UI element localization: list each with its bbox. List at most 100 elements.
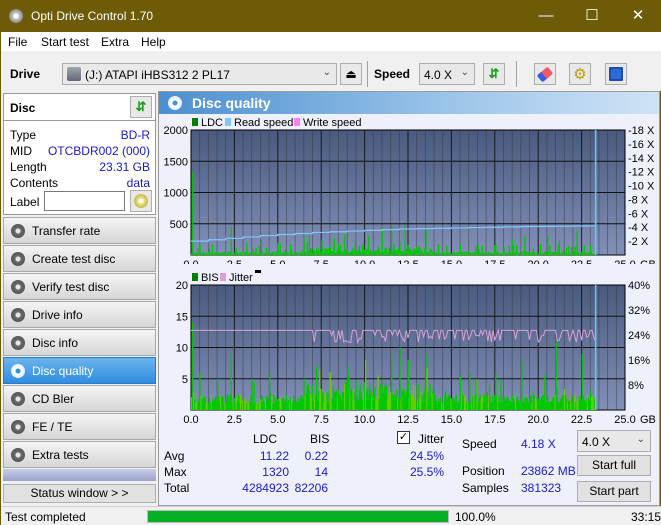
nav-disc-quality[interactable]: Disc quality	[3, 357, 156, 384]
avg-ldc: 11.22	[259, 449, 289, 463]
disc-label-button[interactable]	[130, 190, 152, 212]
nav-extra-tests[interactable]: Extra tests	[3, 441, 156, 468]
disc-length-value: 23.31 GB	[99, 160, 150, 174]
x-tick-label: 17.5	[484, 414, 505, 426]
ldc-bar	[437, 243, 440, 255]
bis-bar	[399, 347, 401, 410]
menu-extra[interactable]: Extra	[101, 35, 129, 49]
x-axis-unit: GB	[640, 259, 656, 264]
nav-transfer-rate[interactable]: Transfer rate	[3, 217, 156, 244]
speed-select[interactable]: 4.0 X ⌄	[419, 63, 475, 85]
status-bar: Test completed 100.0% 33:15	[1, 506, 661, 525]
y2-tick-label: -16 X	[628, 139, 655, 151]
ldc-bar	[547, 235, 549, 255]
menu-file[interactable]: File	[8, 35, 27, 49]
start-part-button[interactable]: Start part	[577, 481, 651, 502]
start-full-button[interactable]: Start full	[577, 455, 651, 476]
refresh-button[interactable]: ⇵	[483, 63, 505, 85]
jitter-label: Jitter	[418, 432, 445, 446]
legend-bis-swatch	[192, 273, 198, 281]
y2-tick-label: 24%	[628, 330, 650, 342]
nav-label: Transfer rate	[32, 224, 101, 238]
drive-icon	[67, 67, 81, 81]
disc-mid-label: MID	[10, 144, 32, 158]
chevron-down-icon: ⌄	[636, 434, 645, 445]
disc-nav-icon	[11, 280, 25, 294]
legend-read-swatch	[225, 118, 231, 126]
disc-nav-icon	[11, 252, 25, 266]
panel-title: Disc quality	[192, 95, 271, 111]
drive-select[interactable]: (J:) ATAPI iHBS312 2 PL17 ⌄	[62, 63, 337, 85]
y2-tick-label: -8 X	[628, 194, 649, 206]
x-tick-label: 0.0	[183, 259, 198, 264]
close-button[interactable]: ✕	[615, 1, 661, 32]
x-tick-label: 10.0	[354, 414, 375, 426]
disc-refresh-button[interactable]: ⇵	[130, 96, 152, 118]
erase-button[interactable]	[534, 63, 556, 85]
legend-ldc: LDC	[201, 117, 223, 129]
y2-tick-label: 16%	[628, 355, 650, 367]
bis-chart: BIS Jitter 5 10 15 20 8% 16% 24% 32% 40% 0.0 2.5 5.…	[176, 270, 656, 426]
sidebar: Disc ⇵ Type BD-R MID OTCBDR002 (000) Len…	[1, 91, 158, 506]
legend-jitter-swatch	[220, 273, 226, 281]
legend-write-swatch	[294, 118, 300, 126]
minimize-button[interactable]: —	[523, 1, 569, 32]
nav-verify-test-disc[interactable]: Verify test disc	[3, 273, 156, 300]
y-tick-label: 15	[176, 311, 188, 323]
y2-tick-label: -10 X	[628, 181, 655, 193]
gears-icon: ⚙	[573, 66, 587, 83]
legend-write-speed: Write speed	[303, 117, 362, 129]
legend-read-speed: Read speed	[234, 117, 293, 129]
nav-cd-bler[interactable]: CD Bler	[3, 385, 156, 412]
disc-label-input[interactable]	[44, 191, 125, 211]
y2-tick-label: -14 X	[628, 153, 655, 165]
samples-label: Samples	[462, 481, 509, 495]
bis-bar	[230, 353, 232, 410]
eraser-icon	[536, 66, 554, 82]
app-disc-icon	[9, 9, 23, 23]
nav-create-test-disc[interactable]: Create test disc	[3, 245, 156, 272]
menu-help[interactable]: Help	[141, 35, 166, 49]
save-button[interactable]	[605, 63, 627, 85]
progress-fill	[148, 511, 448, 522]
title-bar: Opti Drive Control 1.70 — ☐ ✕	[1, 1, 661, 32]
nav-label: Extra tests	[32, 448, 89, 462]
ldc-bar	[539, 244, 542, 255]
ldc-bar	[381, 228, 383, 255]
disc-panel: Disc ⇵ Type BD-R MID OTCBDR002 (000) Len…	[3, 93, 156, 215]
ldc-chart: LDC Read speed Write speed 500 1000 1500 20…	[164, 117, 656, 264]
chevron-down-icon: ⌄	[460, 67, 469, 78]
total-ldc: 4284923	[242, 481, 289, 495]
status-window-button[interactable]: Status window > >	[3, 484, 156, 503]
legend-bis: BIS	[201, 272, 219, 284]
chart-legend: LDC Read speed Write speed	[192, 117, 362, 129]
y-tick-label: 20	[176, 280, 188, 292]
disc-panel-title: Disc	[10, 101, 36, 115]
maximize-button[interactable]: ☐	[569, 1, 615, 32]
progress-bar	[147, 510, 449, 523]
disc-nav-icon	[11, 308, 25, 322]
ldc-bar	[230, 226, 232, 255]
eject-button[interactable]: ⏏	[340, 63, 362, 85]
settings-button[interactable]: ⚙	[569, 63, 591, 85]
drive-select-value: (J:) ATAPI iHBS312 2 PL17	[85, 68, 230, 82]
avg-jitter: 24.5%	[409, 449, 444, 463]
nav-disc-info[interactable]: Disc info	[3, 329, 156, 356]
disc-quality-icon	[168, 96, 182, 110]
disc-length-label: Length	[10, 160, 47, 174]
x-tick-label: 22.5	[571, 259, 592, 264]
jitter-checkbox[interactable]: ✓	[397, 431, 410, 444]
menu-start-test[interactable]: Start test	[41, 35, 89, 49]
nav-drive-info[interactable]: Drive info	[3, 301, 156, 328]
speed-stat-value: 4.18 X	[521, 437, 556, 451]
avg-label: Avg	[164, 449, 185, 463]
elapsed-time: 33:15	[631, 510, 661, 524]
disc-contents-value: data	[126, 176, 150, 190]
disc-nav-icon	[11, 448, 25, 462]
x-tick-label: 0.0	[183, 414, 198, 426]
test-speed-select[interactable]: 4.0 X ⌄	[577, 430, 651, 452]
nav-fe-te[interactable]: FE / TE	[3, 413, 156, 440]
nav-label: Disc info	[32, 336, 79, 350]
avg-bis: 0.22	[304, 449, 328, 463]
speed-select-value: 4.0 X	[424, 68, 453, 82]
